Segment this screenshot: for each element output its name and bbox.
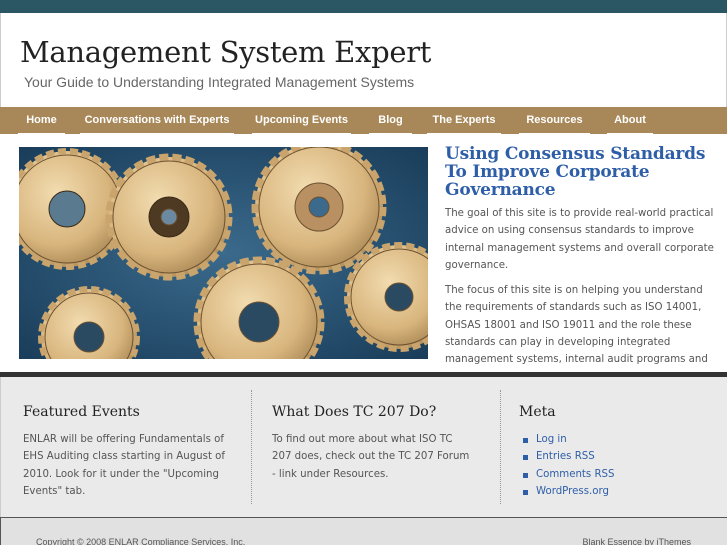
widget-separator [500, 390, 501, 504]
nav-upcoming-events[interactable]: Upcoming Events [252, 107, 351, 135]
widget-title: Featured Events [23, 404, 140, 420]
bullet-icon [523, 489, 528, 495]
site-tagline: Your Guide to Understanding Integrated M… [24, 74, 415, 90]
article-title[interactable]: Using Consensus Standards To Improve Cor… [445, 145, 715, 199]
theme-credit[interactable]: Blank Essence by iThemes [582, 537, 691, 545]
widget-separator [251, 390, 252, 504]
intro-article: Using Consensus Standards To Improve Cor… [445, 145, 715, 386]
bullet-icon [523, 455, 528, 461]
main-nav: Home Conversations with Experts Upcoming… [0, 107, 727, 135]
meta-item: Comments RSS [519, 466, 709, 483]
widget-body: ENLAR will be offering Fundamentals of E… [23, 434, 225, 497]
nav-underline [18, 133, 65, 135]
site-footer: Copyright © 2008 ENLAR Compliance Servic… [0, 517, 727, 545]
nav-upcoming-events-label: Upcoming Events [255, 114, 348, 126]
nav-conversations-label: Conversations with Experts [84, 114, 230, 126]
nav-the-experts[interactable]: The Experts [427, 107, 501, 135]
nav-home[interactable]: Home [18, 107, 65, 135]
top-bar [0, 0, 727, 13]
nav-resources-label: Resources [526, 114, 583, 126]
nav-conversations[interactable]: Conversations with Experts [80, 107, 234, 135]
meta-item: Entries RSS [519, 448, 709, 465]
nav-underline [607, 133, 653, 135]
widget-title: Meta [519, 404, 556, 420]
nav-underline [369, 133, 412, 135]
meta-item: Log in [519, 431, 709, 448]
comments-rss-link[interactable]: Comments RSS [536, 469, 614, 480]
bullet-icon [523, 438, 528, 443]
nav-about[interactable]: About [607, 107, 653, 135]
copyright-text: Copyright © 2008 ENLAR Compliance Servic… [36, 537, 246, 545]
meta-item: WordPress.org [519, 483, 709, 500]
nav-underline [519, 133, 590, 135]
nav-home-label: Home [26, 114, 57, 126]
wordpress-link[interactable]: WordPress.org [536, 486, 609, 497]
meta-widget: Meta Log in Entries RSS Comments RSS Wor… [519, 377, 709, 517]
bullet-icon [523, 472, 528, 478]
nav-blog[interactable]: Blog [369, 107, 412, 135]
featured-events-widget: Featured Events ENLAR will be offering F… [23, 377, 248, 517]
widget-title: What Does TC 207 Do? [272, 404, 437, 420]
gears-image [19, 147, 428, 359]
entries-rss-link[interactable]: Entries RSS [536, 451, 595, 462]
nav-underline [427, 133, 501, 135]
article-paragraph: The goal of this site is to provide real… [445, 208, 714, 271]
site-title[interactable]: Management System Expert [20, 35, 431, 69]
nav-about-label: About [614, 114, 646, 126]
widget-body: To find out more about what ISO TC 207 d… [272, 434, 470, 480]
meta-links: Log in Entries RSS Comments RSS WordPres… [519, 431, 709, 500]
nav-underline [80, 133, 234, 135]
article-paragraph: The focus of this site is on helping you… [445, 285, 708, 382]
nav-resources[interactable]: Resources [519, 107, 590, 135]
nav-underline [252, 133, 351, 135]
tc207-widget: What Does TC 207 Do? To find out more ab… [272, 377, 497, 517]
nav-the-experts-label: The Experts [432, 114, 496, 126]
widget-area: Featured Events ENLAR will be offering F… [0, 377, 727, 517]
site-header: Management System Expert Your Guide to U… [0, 13, 727, 107]
nav-blog-label: Blog [378, 114, 403, 126]
login-link[interactable]: Log in [536, 434, 567, 445]
